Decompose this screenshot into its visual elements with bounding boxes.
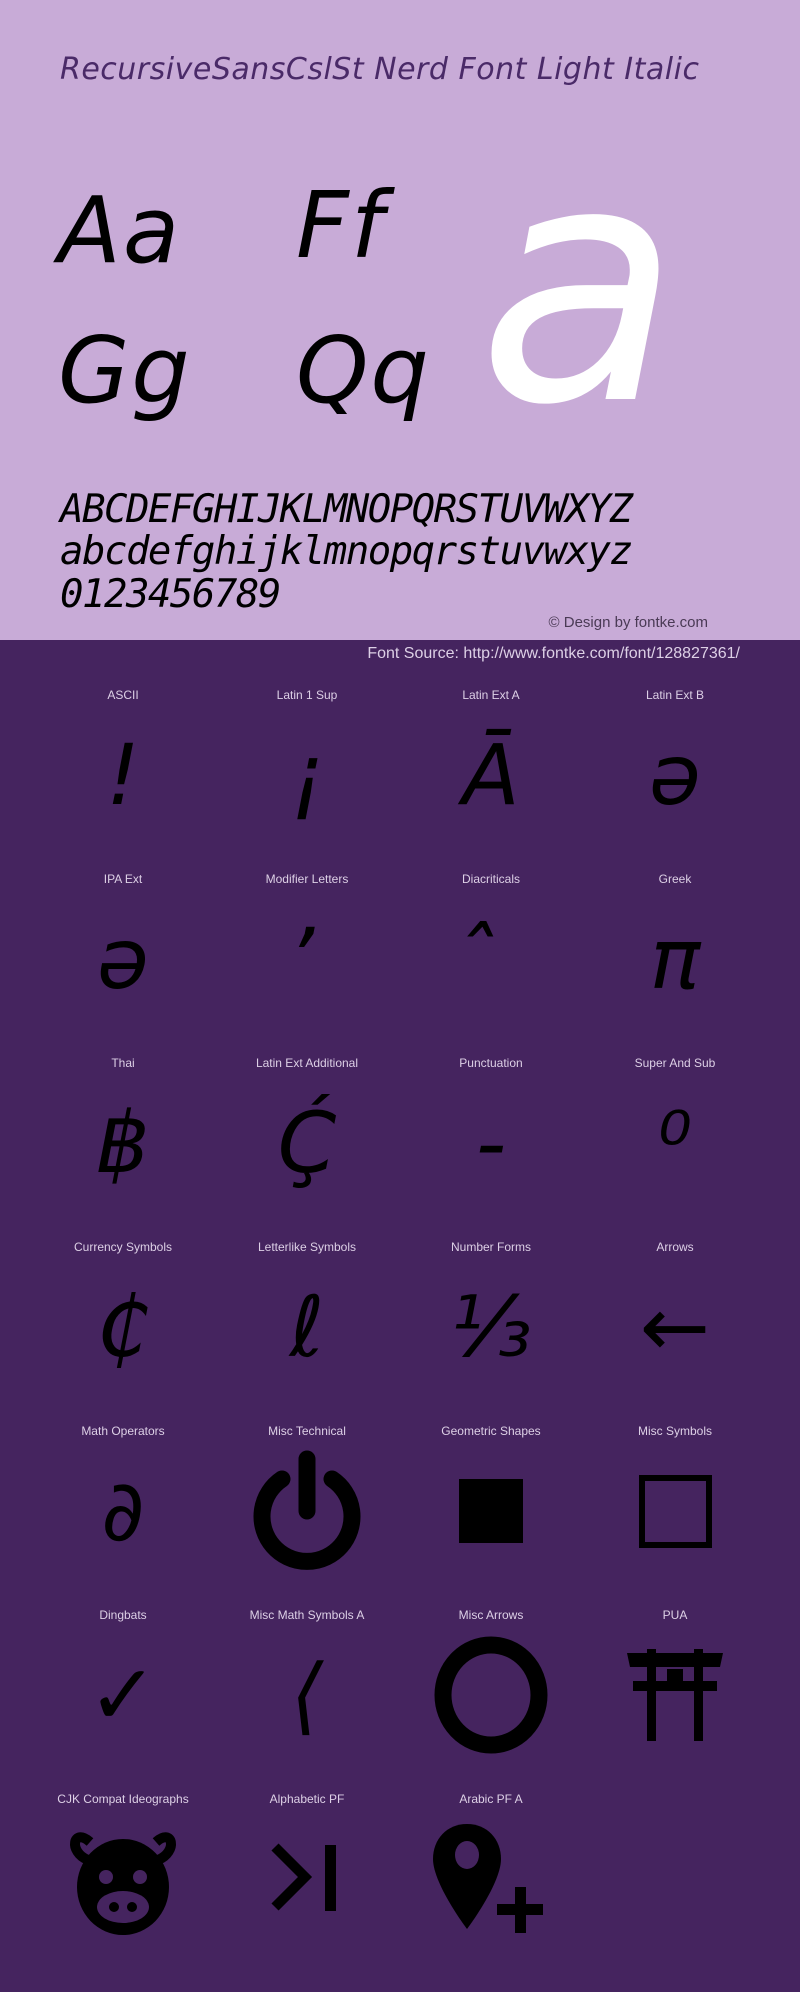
block-label: Latin Ext B	[645, 688, 705, 702]
unicode-block-cell: Currency Symbols ₵	[31, 1240, 215, 1424]
block-label: PUA	[662, 1608, 688, 1622]
block-label: Math Operators	[81, 1424, 165, 1438]
block-label: CJK Compat Ideographs	[57, 1792, 189, 1806]
unicode-block-cell: Misc Arrows	[399, 1608, 583, 1792]
glyph-pair-ff: Ff	[296, 172, 386, 279]
sample-glyph-shape-icon	[399, 1630, 583, 1760]
uppercase-sample: ABCDEFGHIJKLMNOPQRSTUVWXYZ	[60, 487, 633, 532]
font-source-link[interactable]: Font Source: http://www.fontke.com/font/…	[367, 645, 740, 663]
glyph-pair-qq: Qq	[296, 317, 431, 424]
unicode-block-cell: Latin Ext A Ā	[399, 688, 583, 872]
block-label: Greek	[658, 872, 692, 886]
block-label: Latin 1 Sup	[276, 688, 338, 702]
pig-face-icon	[31, 1814, 215, 1944]
sample-glyph: ₵	[96, 1278, 150, 1376]
unicode-block-cell: Misc Symbols	[583, 1424, 767, 1608]
unicode-block-cell: Dingbats ✓	[31, 1608, 215, 1792]
block-label: Letterlike Symbols	[257, 1240, 357, 1254]
glyph-pair-aa: Aa	[58, 177, 182, 284]
block-label: Misc Math Symbols A	[249, 1608, 365, 1622]
sample-glyph: ̂	[399, 894, 583, 1024]
sample-glyph: π	[649, 910, 701, 1008]
unicode-block-cell: Latin 1 Sup ¡	[215, 688, 399, 872]
unicode-block-cell: IPA Ext ə	[31, 872, 215, 1056]
block-label: Modifier Letters	[265, 872, 349, 886]
unicode-block-cell: Letterlike Symbols ℓ	[215, 1240, 399, 1424]
terminal-prompt-icon	[215, 1814, 399, 1944]
block-label: Punctuation	[459, 1056, 523, 1070]
block-label: Misc Symbols	[637, 1424, 712, 1438]
sample-glyph: ✓	[87, 1646, 159, 1744]
block-label: ASCII	[107, 688, 139, 702]
unicode-block-cell: Alphabetic PF	[215, 1792, 399, 1976]
unicode-block-cell: Arrows ←	[583, 1240, 767, 1424]
sample-glyph: ฿	[96, 1094, 150, 1192]
unicode-block-cell: Thai ฿	[31, 1056, 215, 1240]
hero-glyph: a	[478, 93, 681, 477]
unicode-block-cell: Number Forms ⅓	[399, 1240, 583, 1424]
block-label: Misc Arrows	[458, 1608, 524, 1622]
sample-glyph: ə	[649, 726, 701, 824]
unicode-block-cell: Arabic PF A	[399, 1792, 583, 1976]
block-label: Thai	[111, 1056, 135, 1070]
block-label: Alphabetic PF	[269, 1792, 345, 1806]
power-icon	[215, 1446, 399, 1576]
sample-glyph-shape-icon	[399, 1446, 583, 1576]
block-label: Super And Sub	[634, 1056, 716, 1070]
block-label: Arrows	[656, 1240, 694, 1254]
font-title: RecursiveSansCslSt Nerd Font Light Itali…	[60, 52, 700, 87]
unicode-block-cell: Latin Ext B ə	[583, 688, 767, 872]
block-label: Misc Technical	[268, 1424, 346, 1438]
sample-glyph: ⟨	[290, 1646, 324, 1744]
sample-glyph: ʼ	[293, 910, 321, 1008]
unicode-block-cell: Greek π	[583, 872, 767, 1056]
sample-glyph: ←	[639, 1278, 711, 1376]
block-label: Latin Ext A	[462, 688, 520, 702]
unicode-block-cell: Latin Ext Additional Ḉ	[215, 1056, 399, 1240]
unicode-block-cell: Diacriticalŝ	[399, 872, 583, 1056]
unicode-block-cell: Super And Sub ⁰	[583, 1056, 767, 1240]
unicode-block-cell: Modifier Letters ʼ	[215, 872, 399, 1056]
block-label: Diacriticals	[461, 872, 520, 886]
unicode-block-cell: Misc Math Symbols A ⟨	[215, 1608, 399, 1792]
sample-glyph: ∂	[101, 1462, 145, 1560]
block-label: Geometric Shapes	[441, 1424, 541, 1438]
unicode-block-cell: PUA	[583, 1608, 767, 1792]
map-marker-plus-icon	[399, 1814, 583, 1944]
block-label: Latin Ext Additional	[255, 1056, 359, 1070]
unicode-block-cell: ASCII!	[31, 688, 215, 872]
block-label: Number Forms	[450, 1240, 531, 1254]
glyph-pair-gg: Gg	[58, 317, 192, 424]
sample-glyph: ⁰	[658, 1094, 692, 1192]
unicode-block-cell: Misc Technical	[215, 1424, 399, 1608]
lowercase-sample: abcdefghijklmnopqrstuvwxyz	[60, 529, 633, 574]
sample-glyph: ə	[97, 910, 149, 1008]
torii-gate-icon	[583, 1630, 767, 1760]
sample-glyph: Ḉ	[277, 1094, 337, 1192]
unicode-block-cell: Punctuation ‐	[399, 1056, 583, 1240]
sample-glyph: !	[106, 726, 140, 824]
unicode-block-cell: CJK Compat Ideographs	[31, 1792, 215, 1976]
sample-glyph: ¡	[290, 726, 324, 824]
unicode-block-cell: Math Operators ∂	[31, 1424, 215, 1608]
block-label: IPA Ext	[103, 872, 143, 886]
block-label: Dingbats	[99, 1608, 147, 1622]
block-label: Arabic PF A	[459, 1792, 523, 1806]
design-credit: © Design by fontke.com	[548, 614, 708, 631]
unicode-block-cell: Geometric Shapes	[399, 1424, 583, 1608]
block-label: Currency Symbols	[73, 1240, 173, 1254]
sample-glyph: ⅓	[450, 1278, 532, 1376]
sample-glyph: ℓ	[289, 1278, 325, 1376]
digits-sample: 0123456789	[60, 572, 281, 617]
sample-glyph: Ā	[462, 726, 520, 824]
sample-glyph: ‐	[475, 1094, 507, 1192]
sample-glyph-shape-icon	[583, 1446, 767, 1576]
font-preview-panel: RecursiveSansCslSt Nerd Font Light Itali…	[0, 0, 800, 640]
